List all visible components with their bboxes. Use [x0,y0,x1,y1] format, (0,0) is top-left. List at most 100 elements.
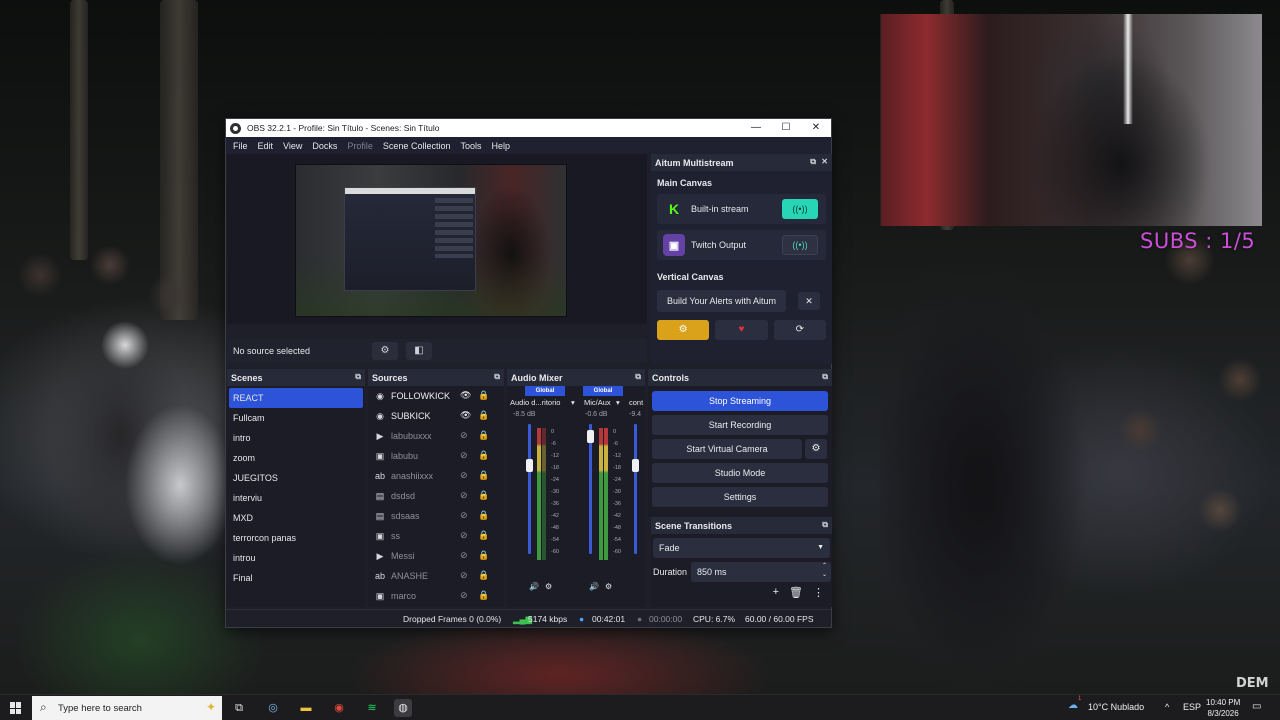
properties-gear-icon[interactable]: ⚙ [372,342,398,360]
menu-help[interactable]: Help [486,141,515,151]
scene-item[interactable]: introu [227,548,365,568]
source-item[interactable]: ▣ marco ⊘ 🔒 [368,586,504,606]
scene-item[interactable]: interviu [227,488,365,508]
donate-heart-icon[interactable]: ♥ [715,320,768,340]
lock-icon[interactable]: 🔒 [478,510,489,521]
lock-icon[interactable]: 🔒 [478,570,489,581]
menu-file[interactable]: File [228,141,253,151]
eye-icon[interactable]: 👁 [460,410,471,421]
scene-item[interactable]: intro [227,428,365,448]
channel-settings-icon[interactable]: ⚙ [605,582,612,591]
settings-button[interactable]: Settings [652,487,828,507]
menu-profile[interactable]: Profile [342,141,378,151]
source-item[interactable]: ▶ Messi ⊘ 🔒 [368,546,504,566]
float-dock-icon[interactable]: ⧉ [810,157,816,167]
dismiss-alerts-button[interactable]: ✕ [798,292,820,310]
lock-icon[interactable]: 🔒 [478,450,489,461]
scene-item[interactable]: MXD [227,508,365,528]
spin-down-icon[interactable]: ⌄ [822,572,827,578]
program-preview[interactable] [295,164,567,317]
mute-speaker-icon[interactable]: 🔊 [529,582,539,591]
transition-select[interactable]: Fade ▼ [653,538,830,558]
weather-cloud-icon[interactable]: ☁ [1068,700,1078,711]
duration-input[interactable]: 850 ms ⌃ ⌄ [691,562,831,582]
scene-item[interactable]: Final [227,568,365,588]
mute-speaker-icon[interactable]: 🔊 [589,582,599,591]
spotify-icon[interactable]: ≋ [363,699,381,717]
lock-icon[interactable]: 🔒 [478,470,489,481]
file-explorer-icon[interactable]: ▬ [297,699,315,717]
float-dock-icon[interactable]: ⧉ [822,372,828,382]
eye-icon[interactable]: 👁 [460,390,471,401]
channel-settings-icon[interactable]: ⚙ [545,582,552,591]
channel-name[interactable]: cont [629,398,643,407]
eye-hidden-icon[interactable]: ⊘ [460,510,468,521]
start-virtual-camera-button[interactable]: Start Virtual Camera [652,439,802,459]
task-view-icon[interactable]: ⧉ [230,699,248,717]
language-indicator[interactable]: ESP [1183,702,1201,712]
chrome-icon[interactable]: ◉ [330,699,348,717]
search-box[interactable]: ⌕ Type here to search ✦ [32,696,222,720]
eye-hidden-icon[interactable]: ⊘ [460,470,468,481]
start-windows-icon[interactable] [10,702,22,714]
scene-item[interactable]: REACT [229,388,363,408]
maximize-button[interactable]: ☐ [771,119,801,137]
weather-text[interactable]: 10°C Nublado [1088,702,1144,712]
menu-docks[interactable]: Docks [307,141,342,151]
build-alerts-button[interactable]: Build Your Alerts with Aitum [657,290,787,312]
fader-knob[interactable] [632,459,639,473]
volume-fader[interactable] [634,424,637,554]
scene-item[interactable]: zoom [227,448,365,468]
lock-icon[interactable]: 🔒 [478,590,489,601]
source-item[interactable]: ▤ dsdsd ⊘ 🔒 [368,486,504,506]
channel-name[interactable]: Mic/Aux [584,398,611,407]
volume-fader[interactable] [528,424,531,554]
output-toggle-button[interactable]: ((•)) [782,235,818,255]
close-button[interactable]: ✕ [801,119,831,137]
fader-knob[interactable] [526,459,533,473]
lock-icon[interactable]: 🔒 [478,550,489,561]
lock-icon[interactable]: 🔒 [478,530,489,541]
source-item[interactable]: ▣ labubu ⊘ 🔒 [368,446,504,466]
lock-icon[interactable]: 🔒 [478,430,489,441]
output-toggle-button[interactable]: ((•)) [782,199,818,219]
filters-icon[interactable]: ◧ [406,342,432,360]
duration-spinner[interactable]: ⌃ ⌄ [822,562,827,580]
eye-hidden-icon[interactable]: ⊘ [460,490,468,501]
more-options-icon[interactable]: ⋮ [813,586,824,599]
steam-icon[interactable]: ◎ [264,699,282,717]
chevron-up-icon[interactable]: ^ [1165,702,1169,712]
eye-hidden-icon[interactable]: ⊘ [460,450,468,461]
remove-transition-icon[interactable]: 🗑 [789,586,803,599]
channel-menu-caret-icon[interactable]: ▾ [571,398,575,407]
lock-icon[interactable]: 🔒 [478,410,489,421]
float-dock-icon[interactable]: ⧉ [822,520,828,530]
channel-name[interactable]: Audio d...ritorio [510,398,560,407]
spin-up-icon[interactable]: ⌃ [822,563,827,569]
eye-hidden-icon[interactable]: ⊘ [460,570,468,581]
sync-icon[interactable]: ⟳ [773,320,826,340]
eye-hidden-icon[interactable]: ⊘ [460,550,468,561]
clock[interactable]: 10:40 PM 8/3/2026 [1206,697,1240,719]
minimize-button[interactable]: — [741,119,771,137]
scene-item[interactable]: terrorcon panas [227,528,365,548]
float-dock-icon[interactable]: ⧉ [355,372,361,382]
close-dock-icon[interactable]: ✕ [821,157,828,166]
title-bar[interactable]: OBS 32.2.1 - Profile: Sin Título - Scene… [226,119,831,137]
source-item[interactable]: ▤ sdsaas ⊘ 🔒 [368,506,504,526]
aitum-settings-gear-icon[interactable]: ⚙ [657,320,710,340]
eye-hidden-icon[interactable]: ⊘ [460,530,468,541]
studio-mode-button[interactable]: Studio Mode [652,463,828,483]
lock-icon[interactable]: 🔒 [478,390,489,401]
add-transition-icon[interactable]: + [773,586,779,599]
virtual-camera-gear-icon[interactable]: ⚙ [805,439,827,459]
source-item[interactable]: ab ANASHE ⊘ 🔒 [368,566,504,586]
lock-icon[interactable]: 🔒 [478,490,489,501]
stop-streaming-button[interactable]: Stop Streaming [652,391,828,411]
obs-icon[interactable]: ◍ [394,699,412,717]
eye-hidden-icon[interactable]: ⊘ [460,430,468,441]
menu-edit[interactable]: Edit [253,141,279,151]
fader-knob[interactable] [587,429,594,443]
float-dock-icon[interactable]: ⧉ [494,372,500,382]
float-dock-icon[interactable]: ⧉ [635,372,641,382]
